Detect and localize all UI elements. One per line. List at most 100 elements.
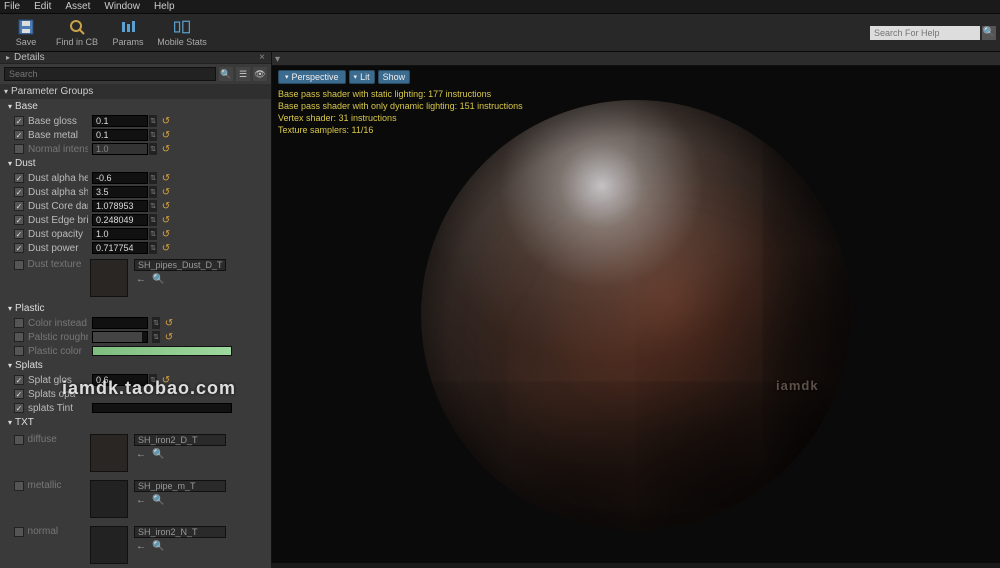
checkbox-normal-intensity[interactable] — [14, 144, 24, 154]
checkbox-base-gloss[interactable] — [14, 116, 24, 126]
checkbox-plastic-roughness[interactable] — [14, 332, 24, 342]
help-search-input[interactable] — [870, 26, 980, 40]
checkbox-dust-power[interactable] — [14, 243, 24, 253]
reset-icon[interactable]: ↺ — [161, 243, 171, 253]
spinner-icon[interactable]: ⇅ — [152, 317, 160, 329]
filter-icon[interactable]: ☰ — [236, 67, 250, 81]
checkbox-diffuse[interactable] — [14, 435, 24, 445]
save-button[interactable]: Save — [4, 16, 48, 50]
spinner-icon[interactable]: ⇅ — [149, 374, 157, 386]
tint-swatch[interactable] — [92, 403, 232, 413]
checkbox-plastic-color[interactable] — [14, 346, 24, 356]
close-tab-icon[interactable]: × — [259, 52, 265, 63]
search-input[interactable] — [4, 67, 216, 81]
group-base[interactable]: ▾Base — [0, 99, 271, 114]
reset-icon[interactable]: ↺ — [161, 130, 171, 140]
slider-color-instead[interactable] — [92, 317, 148, 329]
parameter-groups-header[interactable]: ▾ Parameter Groups — [0, 84, 271, 99]
checkbox-dust-opacity[interactable] — [14, 229, 24, 239]
browse-icon[interactable]: 🔍 — [152, 541, 164, 552]
reset-icon[interactable]: ↺ — [161, 229, 171, 239]
checkbox-color-instead[interactable] — [14, 318, 24, 328]
eye-icon[interactable]: 👁 — [253, 67, 267, 81]
mobile-stats-button[interactable]: Mobile Stats — [154, 16, 210, 50]
input-dust-power[interactable]: 0.717754 — [92, 242, 148, 254]
slider-plastic-roughness[interactable] — [92, 331, 148, 343]
reset-icon[interactable]: ↺ — [161, 201, 171, 211]
menu-asset[interactable]: Asset — [65, 1, 90, 12]
spinner-icon[interactable]: ⇅ — [149, 172, 157, 184]
browse-icon[interactable]: 🔍 — [152, 449, 164, 460]
group-splats[interactable]: ▾Splats — [0, 358, 271, 373]
input-dust-alpha-height[interactable]: -0.6 — [92, 172, 148, 184]
texture-name-dropdown[interactable]: SH_pipe_m_T — [134, 480, 226, 492]
menu-edit[interactable]: Edit — [34, 1, 51, 12]
arrow-left-icon[interactable]: ← — [136, 541, 146, 552]
texture-thumbnail[interactable] — [90, 526, 128, 564]
input-dust-opacity[interactable]: 1.0 — [92, 228, 148, 240]
input-dust-edge-bright[interactable]: 0.248049 — [92, 214, 148, 226]
arrow-left-icon[interactable]: ← — [136, 274, 146, 285]
texture-thumbnail[interactable] — [90, 434, 128, 472]
spinner-icon[interactable]: ⇅ — [149, 228, 157, 240]
spinner-icon[interactable]: ⇅ — [149, 186, 157, 198]
arrow-left-icon[interactable]: ← — [136, 449, 146, 460]
menu-help[interactable]: Help — [154, 1, 175, 12]
viewport-menu-icon[interactable]: ▾ — [275, 54, 285, 64]
checkbox-dust-alpha-sharp[interactable] — [14, 187, 24, 197]
reset-icon[interactable]: ↺ — [164, 332, 174, 342]
show-button[interactable]: Show — [378, 70, 411, 84]
viewport[interactable]: ▾ ▾Perspective ▾Lit Show Base pass shade… — [272, 52, 1000, 563]
reset-icon[interactable]: ↺ — [161, 215, 171, 225]
checkbox-dust-core-dark[interactable] — [14, 201, 24, 211]
search-icon[interactable]: 🔍 — [219, 67, 233, 81]
browse-icon[interactable]: 🔍 — [152, 495, 164, 506]
checkbox-normal[interactable] — [14, 527, 24, 537]
input-base-metal[interactable]: 0.1 — [92, 129, 148, 141]
texture-thumbnail[interactable] — [90, 259, 128, 297]
texture-name-dropdown[interactable]: SH_iron2_N_T — [134, 526, 226, 538]
spinner-icon[interactable]: ⇅ — [149, 242, 157, 254]
checkbox-dust-texture[interactable] — [14, 260, 24, 270]
spinner-icon[interactable]: ⇅ — [149, 200, 157, 212]
help-search-icon[interactable]: 🔍 — [982, 26, 996, 40]
arrow-left-icon[interactable]: ← — [136, 495, 146, 506]
checkbox-splat-glos[interactable] — [14, 375, 24, 385]
spinner-icon[interactable]: ⇅ — [152, 331, 160, 343]
reset-icon[interactable]: ↺ — [161, 187, 171, 197]
texture-thumbnail[interactable] — [90, 480, 128, 518]
spinner-icon[interactable]: ⇅ — [149, 129, 157, 141]
group-dust[interactable]: ▾Dust — [0, 156, 271, 171]
group-plastic[interactable]: ▾Plastic — [0, 301, 271, 316]
input-dust-core-dark[interactable]: 1.078953 — [92, 200, 148, 212]
checkbox-splats-opacity[interactable] — [14, 389, 24, 399]
input-splat-glos[interactable]: 0.6 — [92, 374, 148, 386]
reset-icon[interactable]: ↺ — [161, 116, 171, 126]
spinner-icon[interactable]: ⇅ — [149, 115, 157, 127]
details-tab[interactable]: ▸ Details × — [0, 52, 271, 64]
params-button[interactable]: Params — [106, 16, 150, 50]
reset-icon[interactable]: ↺ — [164, 318, 174, 328]
checkbox-base-metal[interactable] — [14, 130, 24, 140]
lit-button[interactable]: ▾Lit — [349, 70, 375, 84]
reset-icon[interactable]: ↺ — [161, 375, 171, 385]
reset-icon[interactable]: ↺ — [161, 173, 171, 183]
reset-icon[interactable]: ↺ — [161, 144, 171, 154]
texture-name-dropdown[interactable]: SH_iron2_D_T — [134, 434, 226, 446]
input-dust-alpha-sharp[interactable]: 3.5 — [92, 186, 148, 198]
menu-window[interactable]: Window — [104, 1, 140, 12]
browse-icon[interactable]: 🔍 — [152, 274, 164, 285]
menu-file[interactable]: File — [4, 1, 20, 12]
checkbox-metallic[interactable] — [14, 481, 24, 491]
spinner-icon[interactable]: ⇅ — [149, 143, 157, 155]
checkbox-dust-edge-bright[interactable] — [14, 215, 24, 225]
input-normal-intensity[interactable]: 1.0 — [92, 143, 148, 155]
input-base-gloss[interactable]: 0.1 — [92, 115, 148, 127]
checkbox-dust-alpha-height[interactable] — [14, 173, 24, 183]
group-txt[interactable]: ▾TXT — [0, 415, 271, 430]
checkbox-splats-tint[interactable] — [14, 403, 24, 413]
texture-name-dropdown[interactable]: SH_pipes_Dust_D_T — [134, 259, 226, 271]
find-in-cb-button[interactable]: Find in CB — [52, 16, 102, 50]
perspective-button[interactable]: ▾Perspective — [278, 70, 346, 84]
spinner-icon[interactable]: ⇅ — [149, 214, 157, 226]
